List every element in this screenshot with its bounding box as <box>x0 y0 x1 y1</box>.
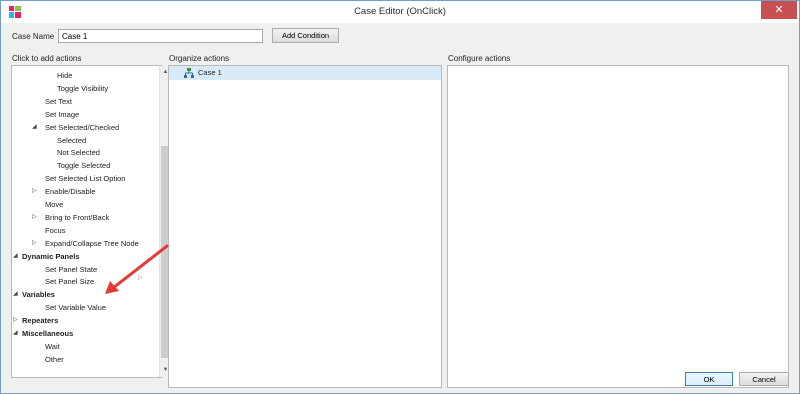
tree-item-hide[interactable]: Hide <box>57 69 72 82</box>
window-title: Case Editor (OnClick) <box>354 6 446 17</box>
tree-group-miscellaneous[interactable]: Miscellaneous <box>22 327 73 340</box>
close-button[interactable]: ✕ <box>761 1 797 19</box>
tree-item-toggle-selected[interactable]: Toggle Selected <box>57 159 110 172</box>
tree-item-enable-disable[interactable]: Enable/Disable <box>45 185 95 198</box>
configure-actions-panel <box>447 65 789 388</box>
tree-item-set-panel-state[interactable]: Set Panel State <box>45 263 97 276</box>
tree-item-selected[interactable]: Selected <box>57 134 86 147</box>
tree-item-toggle-visibility[interactable]: Toggle Visibility <box>57 82 108 95</box>
actions-panel-header: Click to add actions <box>12 54 82 63</box>
case-label: Case 1 <box>198 68 222 77</box>
ok-button[interactable]: OK <box>685 372 733 386</box>
tree-item-set-panel-size[interactable]: Set Panel Size <box>45 275 94 288</box>
tree-group-variables[interactable]: Variables <box>22 288 55 301</box>
expand-toggle-icon[interactable]: ▷ <box>32 211 40 224</box>
tree-item-focus[interactable]: Focus <box>45 224 65 237</box>
organize-panel-header: Organize actions <box>169 54 230 63</box>
expand-toggle-icon[interactable]: ▷ <box>13 314 21 327</box>
collapse-toggle-icon[interactable]: ◢ <box>13 250 21 263</box>
close-icon: ✕ <box>774 4 784 16</box>
tree-item-move[interactable]: Move <box>45 198 63 211</box>
tree-group-repeaters[interactable]: Repeaters <box>22 314 58 327</box>
expand-toggle-icon[interactable]: ▷ <box>32 185 40 198</box>
tree-item-set-selected-list-option[interactable]: Set Selected List Option <box>45 172 125 185</box>
tree-item-set-variable-value[interactable]: Set Variable Value <box>45 301 106 314</box>
cancel-button[interactable]: Cancel <box>739 372 789 386</box>
case-tree-icon <box>184 68 194 78</box>
expand-arrow-icon[interactable]: ▷ <box>138 274 143 281</box>
expand-toggle-icon[interactable]: ▷ <box>32 237 40 250</box>
tree-item-other[interactable]: Other <box>45 353 64 366</box>
annotation-arrow-icon <box>105 244 169 294</box>
case-name-label: Case Name <box>12 32 55 41</box>
tree-item-not-selected[interactable]: Not Selected <box>57 146 100 159</box>
case-name-input[interactable] <box>58 29 263 43</box>
title-bar[interactable]: Case Editor (OnClick) ✕ <box>1 1 799 23</box>
actions-tree-panel: Hide Toggle Visibility Set Text Set Image ◢ S… <box>11 65 171 378</box>
tree-item-set-text[interactable]: Set Text <box>45 95 72 108</box>
dialog-content: Case Name Add Condition Click to add act… <box>1 23 799 393</box>
tree-item-set-selected-checked[interactable]: Set Selected/Checked <box>45 121 119 134</box>
collapse-toggle-icon[interactable]: ◢ <box>13 327 21 340</box>
add-condition-button[interactable]: Add Condition <box>272 28 339 43</box>
tree-item-set-image[interactable]: Set Image <box>45 108 79 121</box>
tree-item-wait[interactable]: Wait <box>45 340 60 353</box>
configure-panel-header: Configure actions <box>448 54 511 63</box>
case-editor-window: Case Editor (OnClick) ✕ Case Name Add Co… <box>0 0 800 394</box>
tree-group-dynamic-panels[interactable]: Dynamic Panels <box>22 250 80 263</box>
collapse-toggle-icon[interactable]: ◢ <box>13 288 21 301</box>
tree-item-bring-to-front-back[interactable]: Bring to Front/Back <box>45 211 109 224</box>
actions-tree[interactable]: Hide Toggle Visibility Set Text Set Image ◢ S… <box>12 66 159 377</box>
collapse-toggle-icon[interactable]: ◢ <box>32 121 40 134</box>
organize-actions-panel: Case 1 <box>168 65 442 388</box>
case-row[interactable]: Case 1 <box>169 66 441 80</box>
